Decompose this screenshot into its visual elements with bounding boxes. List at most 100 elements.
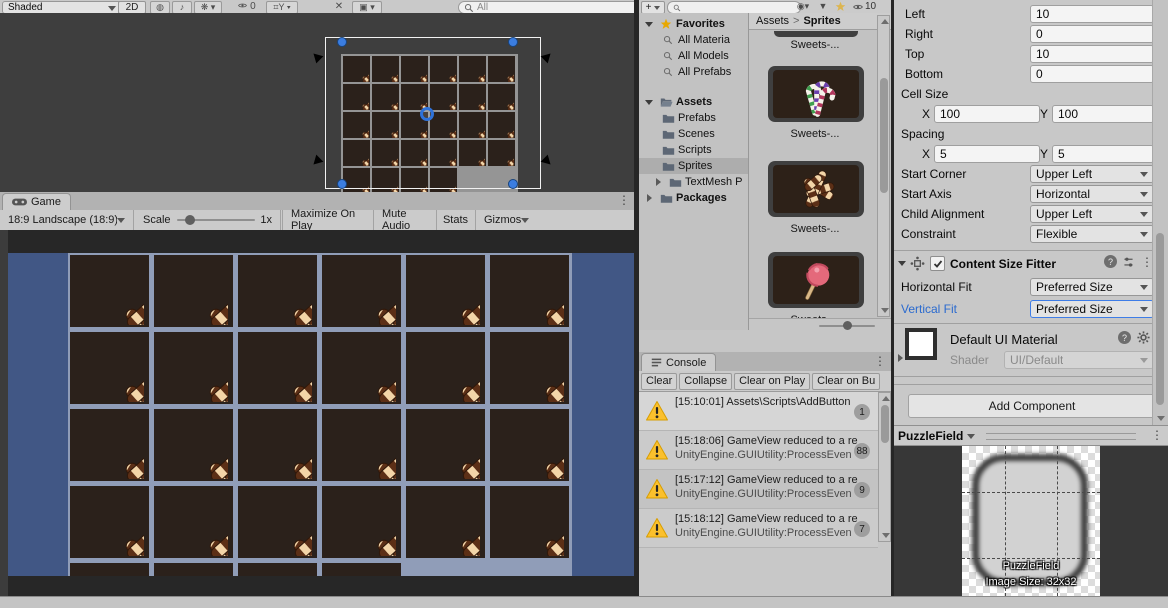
gizmo-corner-handle[interactable] <box>337 37 347 47</box>
content-size-fitter-header[interactable]: Content Size Fitter ? ⋮ <box>894 253 1153 275</box>
cell-size-y-field[interactable]: 100 <box>1052 105 1154 123</box>
inspector-scrollbar[interactable] <box>1152 0 1168 425</box>
anchor-handle-icon[interactable] <box>308 152 326 170</box>
component-enabled-checkbox[interactable] <box>930 256 945 271</box>
console-panel-menu-icon[interactable]: ⋮ <box>874 355 886 367</box>
thumbnail-zoom-thumb[interactable] <box>843 321 852 330</box>
asset-pane-scrollbar[interactable] <box>877 15 890 317</box>
material-title: Default UI Material <box>950 332 1058 347</box>
foldout-open-icon[interactable] <box>645 99 653 105</box>
enum-dropdown[interactable]: Horizontal <box>1030 185 1154 203</box>
spacing-y-field[interactable]: 5 <box>1052 145 1154 163</box>
slice-guide-line <box>1005 446 1006 596</box>
filter-by-label-icon[interactable]: ▼ <box>817 1 829 12</box>
console-scrollbar[interactable] <box>878 392 891 542</box>
clear-on-play-button[interactable]: Clear on Play <box>734 372 811 390</box>
presets-icon[interactable] <box>1122 256 1135 269</box>
asset-thumb-choco-sticks[interactable] <box>768 161 864 217</box>
preview-drag-handle[interactable] <box>986 433 1136 440</box>
help-icon[interactable]: ? <box>1104 255 1117 268</box>
scrollbar-thumb[interactable] <box>1156 233 1164 405</box>
game-panel-menu-icon[interactable]: ⋮ <box>618 194 630 206</box>
tab-game[interactable]: Game <box>2 193 71 210</box>
breadcrumb-root[interactable]: Assets <box>756 15 789 27</box>
gizmo-corner-handle[interactable] <box>337 179 347 189</box>
tree-favorite-item[interactable]: All Prefabs <box>639 64 748 80</box>
enum-dropdown[interactable]: Upper Left <box>1030 205 1154 223</box>
number-field[interactable]: 10 <box>1030 45 1154 63</box>
fit-dropdown[interactable]: Preferred Size <box>1030 300 1154 318</box>
scrollbar-thumb[interactable] <box>881 405 889 443</box>
saved-search-star-icon[interactable] <box>835 1 846 12</box>
preview-selector-dropdown[interactable]: PuzzleField <box>898 429 976 443</box>
material-preview-swatch[interactable] <box>905 328 937 360</box>
number-field[interactable]: 10 <box>1030 5 1154 23</box>
asset-label[interactable]: Sweets-... <box>749 128 885 140</box>
gear-icon[interactable] <box>1137 331 1150 344</box>
scale-slider[interactable] <box>176 215 255 225</box>
stats-button[interactable]: Stats <box>436 210 474 230</box>
console-log-entry[interactable]: [15:18:12] GameView reduced to a re Unit… <box>639 509 878 548</box>
enum-dropdown[interactable]: Flexible <box>1030 225 1154 243</box>
anchor-handle-icon[interactable] <box>308 48 326 66</box>
tree-assets-root[interactable]: Assets <box>639 94 748 110</box>
tree-folder-prefabs[interactable]: Prefabs <box>639 110 748 126</box>
add-component-button[interactable]: Add Component <box>908 394 1156 418</box>
scroll-down-icon[interactable] <box>882 533 890 538</box>
gizmo-pivot-handle[interactable] <box>420 107 434 121</box>
aspect-ratio-dropdown[interactable]: 18:9 Landscape (18:9) <box>0 210 134 230</box>
fit-dropdown[interactable]: Preferred Size <box>1030 278 1154 296</box>
preview-menu-icon[interactable]: ⋮ <box>1151 429 1163 441</box>
mute-audio-button[interactable]: Mute Audio <box>373 208 435 232</box>
foldout-closed-icon[interactable] <box>898 354 903 362</box>
scroll-up-icon[interactable] <box>882 396 890 401</box>
asset-thumb-candy-canes[interactable] <box>768 66 864 122</box>
cell-size-x-field[interactable]: 100 <box>934 105 1040 123</box>
foldout-open-icon[interactable] <box>898 261 906 266</box>
number-field[interactable]: 0 <box>1030 25 1154 43</box>
console-log-entry[interactable]: [15:10:01] Assets\Scripts\AddButton 1 <box>639 392 878 431</box>
tool-settings-button[interactable]: ✕ <box>330 1 348 12</box>
tree-folder-scenes[interactable]: Scenes <box>639 126 748 142</box>
scrollbar-thumb[interactable] <box>880 78 888 193</box>
asset-thumb-partial[interactable] <box>774 31 858 37</box>
help-icon[interactable]: ? <box>1118 331 1131 344</box>
console-log-entry[interactable]: [15:18:06] GameView reduced to a re Unit… <box>639 431 878 470</box>
breadcrumb-current[interactable]: Sprites <box>803 15 840 27</box>
hidden-objects-toggle[interactable]: 0 <box>232 1 262 12</box>
tree-favorites[interactable]: Favorites <box>639 16 748 32</box>
scroll-up-icon[interactable] <box>881 19 889 24</box>
filter-by-type-icon[interactable]: ◉▾ <box>795 1 811 12</box>
scale-slider-thumb[interactable] <box>184 215 195 225</box>
scroll-down-icon[interactable] <box>881 308 889 313</box>
scene-view[interactable] <box>0 13 636 192</box>
game-view[interactable] <box>0 230 636 596</box>
tree-folder-scripts[interactable]: Scripts <box>639 142 748 158</box>
tab-console[interactable]: Console <box>641 353 717 371</box>
gizmo-corner-handle[interactable] <box>508 37 518 47</box>
maximize-on-play-button[interactable]: Maximize On Play <box>282 208 372 232</box>
collapse-button[interactable]: Collapse <box>679 372 733 390</box>
foldout-closed-icon[interactable] <box>646 194 652 202</box>
game-gizmos-dropdown[interactable]: Gizmos <box>475 210 533 230</box>
clear-on-build-button[interactable]: Clear on Bu <box>812 372 881 390</box>
tree-packages-root[interactable]: Packages <box>639 190 748 206</box>
foldout-open-icon[interactable] <box>645 21 653 27</box>
number-field[interactable]: 0 <box>1030 65 1154 83</box>
tree-favorite-item[interactable]: All Materia <box>639 32 748 48</box>
console-log-entry[interactable]: [15:17:12] GameView reduced to a re Unit… <box>639 470 878 509</box>
tree-favorite-item[interactable]: All Models <box>639 48 748 64</box>
gizmo-corner-handle[interactable] <box>508 179 518 189</box>
tree-folder-sprites[interactable]: Sprites <box>639 158 748 174</box>
tree-folder-textmesh[interactable]: TextMesh P <box>639 174 748 190</box>
asset-label[interactable]: Sweets-... <box>749 39 885 51</box>
asset-label[interactable]: Sweets-... <box>749 223 885 235</box>
spacing-x-field[interactable]: 5 <box>934 145 1040 163</box>
visibility-count[interactable]: 10 <box>853 1 887 12</box>
scene-search-placeholder: All <box>477 2 489 13</box>
clear-button[interactable]: Clear <box>641 372 678 390</box>
foldout-closed-icon[interactable] <box>655 178 661 186</box>
scroll-down-icon[interactable] <box>1157 416 1165 421</box>
asset-thumb-lollipop[interactable] <box>768 252 864 308</box>
enum-dropdown[interactable]: Upper Left <box>1030 165 1154 183</box>
